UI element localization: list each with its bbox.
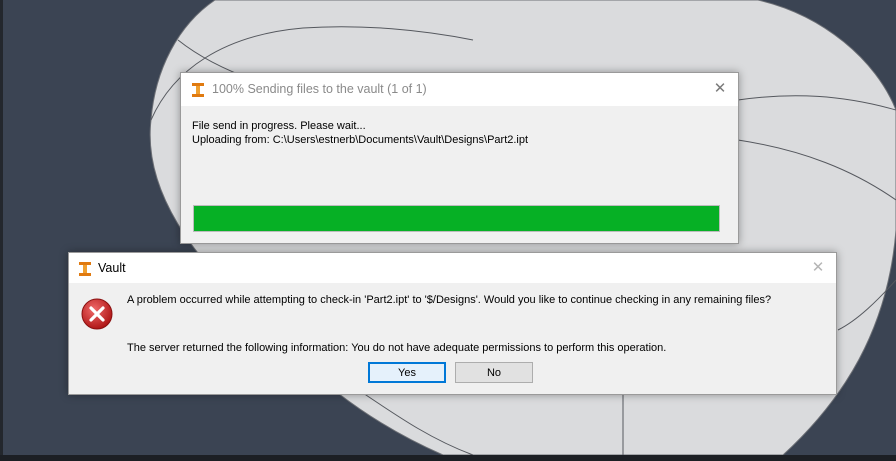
upload-path-text: Uploading from: C:\Users\estnerb\Documen… — [192, 134, 529, 146]
status-strip — [0, 455, 896, 461]
vault-dialog-titlebar[interactable]: Vault ✕ — [69, 253, 836, 283]
progress-status-text: File send in progress. Please wait... — [192, 120, 366, 132]
progress-dialog-title: 100% Sending files to the vault (1 of 1) — [212, 82, 427, 96]
vault-dialog-title: Vault — [98, 261, 126, 275]
inventor-app-icon — [192, 83, 204, 97]
progress-bar — [193, 205, 720, 232]
inventor-app-icon — [79, 262, 91, 276]
server-message: The server returned the following inform… — [127, 342, 667, 354]
no-button[interactable]: No — [455, 362, 533, 383]
vault-error-dialog: Vault ✕ A problem occurred while attempt… — [68, 252, 837, 395]
progress-dialog: 100% Sending files to the vault (1 of 1)… — [180, 72, 739, 244]
error-message: A problem occurred while attempting to c… — [127, 294, 772, 306]
error-icon — [81, 298, 113, 330]
progress-dialog-titlebar[interactable]: 100% Sending files to the vault (1 of 1)… — [181, 73, 738, 106]
yes-button[interactable]: Yes — [368, 362, 446, 383]
close-icon[interactable]: ✕ — [710, 79, 730, 99]
close-icon[interactable]: ✕ — [808, 258, 828, 278]
progress-bar-fill — [194, 206, 719, 231]
